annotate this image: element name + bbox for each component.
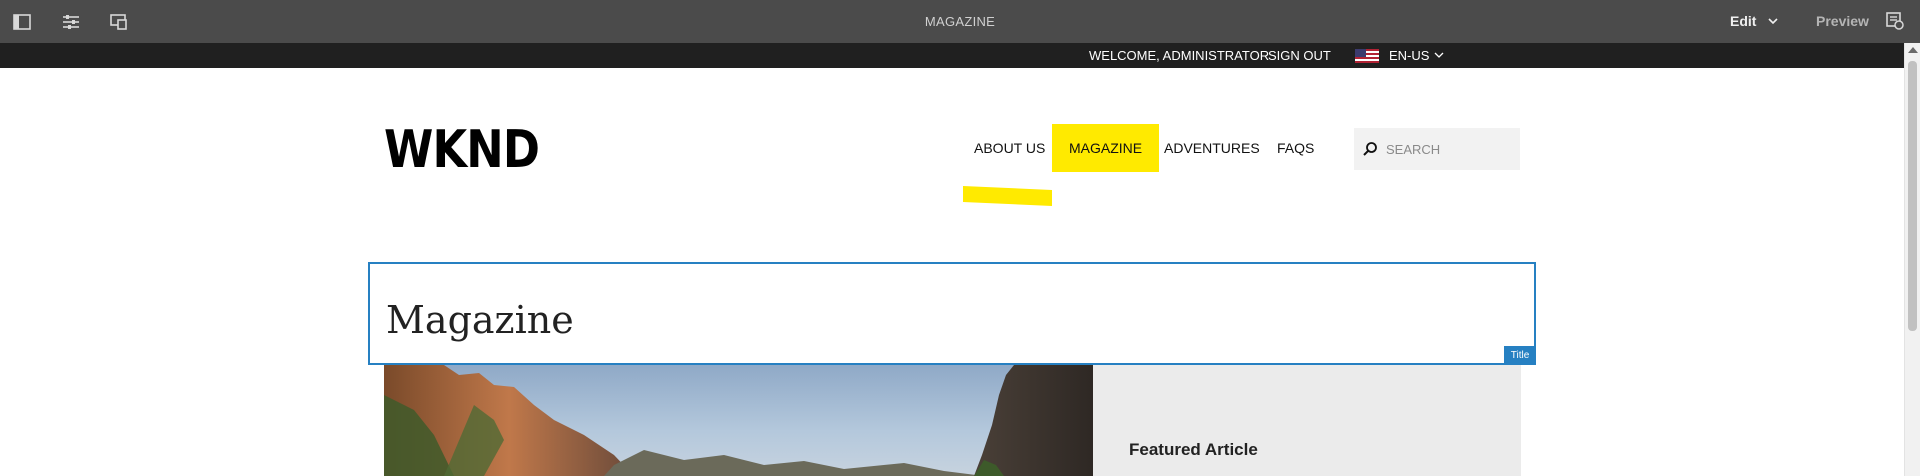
nav-highlight-decoration xyxy=(963,186,1052,206)
search-input[interactable] xyxy=(1386,141,1506,157)
us-flag-icon xyxy=(1355,48,1379,63)
editor-toolbar: MAGAZINE Edit Preview xyxy=(0,0,1920,43)
nav-item-magazine[interactable]: MAGAZINE xyxy=(1052,124,1160,172)
search-icon xyxy=(1363,142,1377,156)
scrollbar-thumb[interactable] xyxy=(1908,61,1917,331)
scroll-up-arrow-icon[interactable] xyxy=(1908,47,1918,53)
nav-item-adventures[interactable]: ADVENTURES xyxy=(1147,124,1277,172)
sign-out-link[interactable]: SIGN OUT xyxy=(1268,43,1331,68)
chevron-down-icon xyxy=(1768,18,1779,25)
site-logo[interactable]: WKND xyxy=(384,122,540,178)
preview-button[interactable]: Preview xyxy=(1816,0,1869,43)
chevron-down-icon xyxy=(1434,52,1444,58)
emulator-icon[interactable] xyxy=(109,12,129,32)
side-panel-toggle-icon[interactable] xyxy=(12,12,32,32)
page-properties-icon[interactable] xyxy=(61,12,81,32)
title-component[interactable]: Magazine xyxy=(368,262,1536,365)
featured-article-panel: Featured Article xyxy=(1093,365,1521,476)
welcome-text: WELCOME, ADMINISTRATOR xyxy=(1089,48,1270,63)
mode-select[interactable]: Edit xyxy=(1730,0,1779,43)
language-label: EN-US xyxy=(1389,48,1430,63)
mode-label: Edit xyxy=(1730,13,1757,29)
utility-bar: WELCOME, ADMINISTRATOR SIGN OUT EN-US xyxy=(0,43,1904,68)
component-type-badge: Title xyxy=(1504,346,1536,365)
page-name: MAGAZINE xyxy=(924,14,996,29)
canyon-photo xyxy=(384,365,1093,476)
nav-item-faqs[interactable]: FAQS xyxy=(1260,124,1331,172)
hero-image xyxy=(384,365,1093,476)
language-selector[interactable]: EN-US xyxy=(1355,43,1444,68)
nav-item-about-us[interactable]: ABOUT US xyxy=(957,124,1062,172)
search-box[interactable] xyxy=(1354,128,1520,170)
page-title: Magazine xyxy=(386,298,574,342)
page-information-icon[interactable] xyxy=(1886,12,1906,32)
featured-article-label: Featured Article xyxy=(1129,440,1258,459)
scrollbar[interactable] xyxy=(1904,43,1920,476)
